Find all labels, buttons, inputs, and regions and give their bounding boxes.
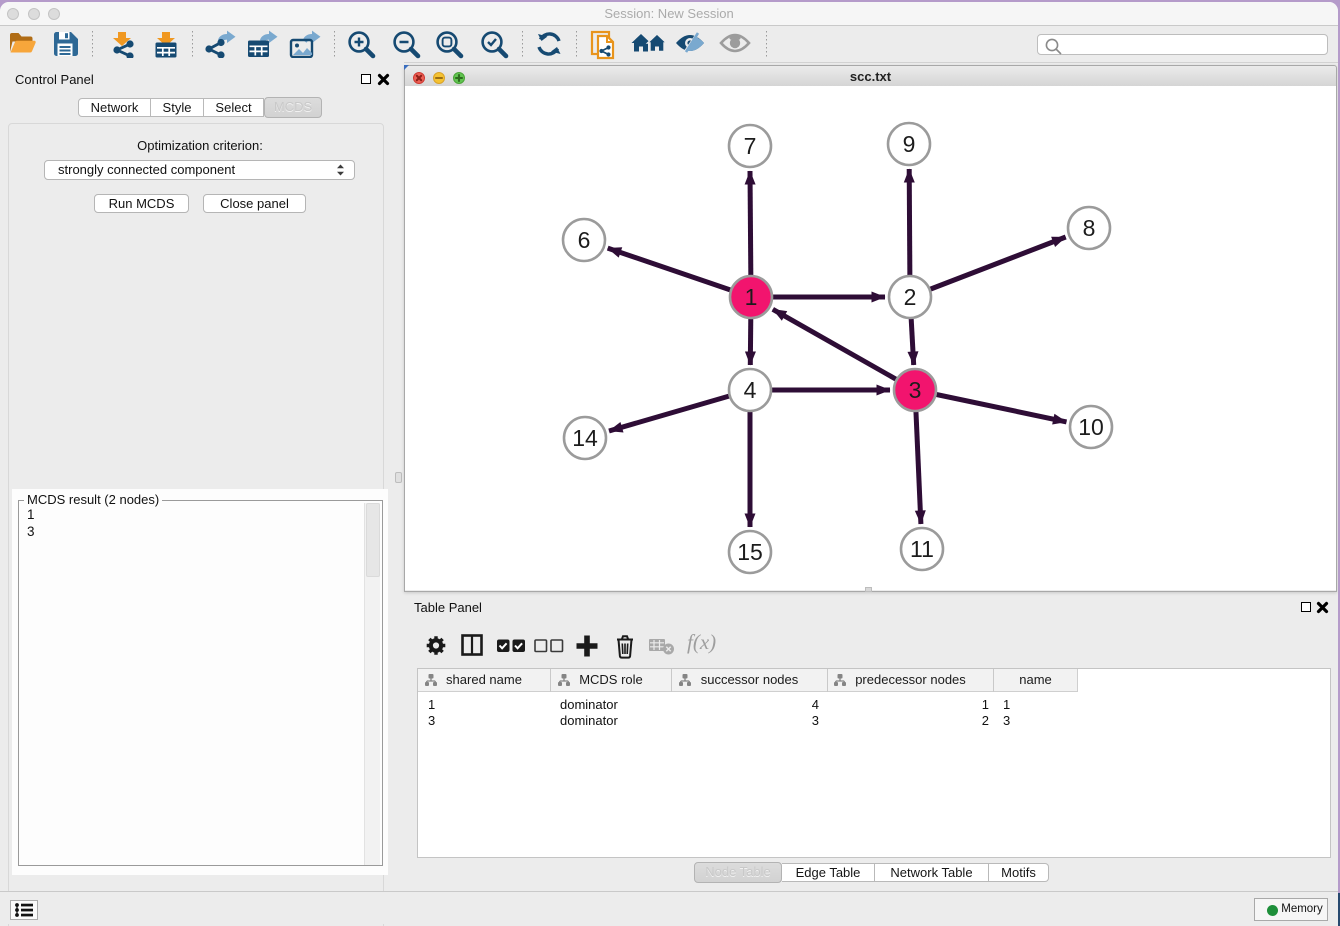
svg-text:7: 7 [744, 133, 757, 159]
svg-text:14: 14 [572, 425, 598, 451]
svg-text:2: 2 [904, 284, 917, 310]
svg-text:4: 4 [744, 377, 757, 403]
svg-text:8: 8 [1083, 215, 1096, 241]
svg-text:9: 9 [903, 131, 916, 157]
svg-text:1: 1 [745, 284, 758, 310]
svg-text:10: 10 [1078, 414, 1104, 440]
svg-text:15: 15 [737, 539, 763, 565]
svg-text:11: 11 [910, 536, 934, 562]
svg-text:6: 6 [578, 227, 591, 253]
svg-text:3: 3 [909, 377, 922, 403]
